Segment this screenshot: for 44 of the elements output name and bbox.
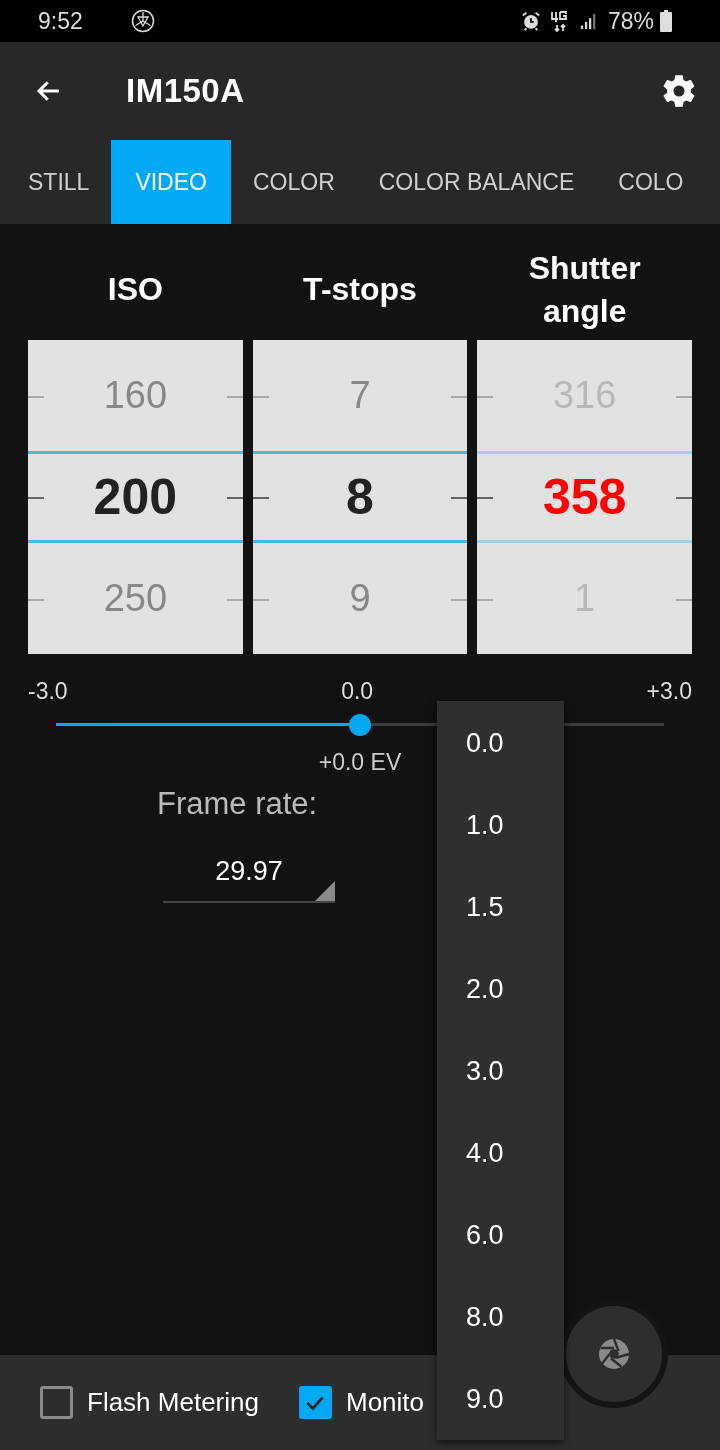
menu-item[interactable]: 1.0	[437, 784, 564, 866]
selected-wheel-value: 8	[346, 468, 374, 526]
wheel-title: Shutter angle	[527, 248, 642, 331]
checkbox[interactable]	[298, 1386, 332, 1419]
selected-wheel-value: 358	[542, 468, 627, 526]
value-wheel[interactable]: 160 200 250	[28, 340, 243, 654]
checkbox-label[interactable]: Monito	[345, 1387, 424, 1418]
slider-max-label: +3.0	[646, 678, 692, 705]
checkbox[interactable]	[40, 1386, 73, 1419]
menu-item[interactable]: 3.0	[437, 1030, 564, 1112]
menu-item[interactable]: 2.0	[437, 948, 564, 1030]
selected-wheel-value: 200	[93, 468, 178, 526]
tab[interactable]: COLOR	[230, 140, 357, 224]
battery-icon	[660, 10, 672, 32]
menu-item[interactable]: 0.0	[437, 702, 564, 784]
app-logo-icon	[130, 9, 155, 33]
menu-item[interactable]: 8.0	[437, 1276, 564, 1358]
signal-icon	[579, 11, 598, 31]
slider-thumb[interactable]	[349, 714, 371, 736]
tab[interactable]: COLO	[596, 140, 706, 224]
checkbox-label[interactable]: Flash Metering	[87, 1387, 259, 1418]
wheel-value: 9	[349, 577, 371, 620]
wheel-value: 160	[103, 374, 168, 417]
menu-item[interactable]: 6.0	[437, 1194, 564, 1276]
frame-rate-label: Frame rate:	[157, 786, 318, 821]
corner-triangle-icon	[315, 881, 335, 901]
wheel-value: 7	[349, 374, 371, 417]
app-title: IM150A	[126, 72, 245, 110]
wheel-title: T-stops	[302, 270, 418, 310]
slider-min-label: -3.0	[28, 678, 68, 705]
tab[interactable]: COLOR BALANCE	[356, 140, 597, 224]
menu-item[interactable]: 1.5	[437, 866, 564, 948]
frame-rate-dropdown[interactable]: 29.97	[163, 856, 335, 903]
status-time: 9:52	[38, 7, 83, 35]
wheel-title: ISO	[106, 270, 164, 310]
ev-reading: +0.0 EV	[318, 749, 402, 775]
menu-item[interactable]: 9.0	[437, 1358, 564, 1440]
aperture-icon	[596, 1336, 632, 1372]
slider-mid-label: 0.0	[341, 678, 374, 705]
value-wheel[interactable]: 7 8 9	[252, 340, 468, 654]
battery-percent: 78%	[607, 7, 654, 35]
tab[interactable]: STILL	[0, 140, 112, 224]
wheel-value: 250	[103, 577, 168, 620]
menu-item[interactable]: 4.0	[437, 1112, 564, 1194]
